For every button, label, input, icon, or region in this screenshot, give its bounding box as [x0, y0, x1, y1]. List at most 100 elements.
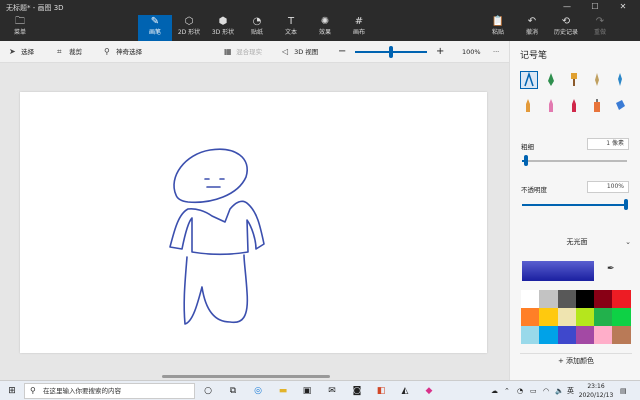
color-swatch[interactable]	[557, 290, 576, 308]
pencil-icon	[526, 99, 530, 112]
tab-canvas[interactable]: # 画布	[342, 15, 376, 41]
thickness-value[interactable]: 1 像素	[587, 138, 629, 150]
tab-stickers[interactable]: ◔ 贴纸	[240, 15, 274, 41]
taskbar-search-input[interactable]: ⚲ 在这里输入你要搜索的内容	[24, 383, 195, 399]
zoom-value: 100%	[462, 48, 481, 56]
color-swatch[interactable]	[594, 290, 613, 308]
color-swatch[interactable]	[521, 326, 540, 344]
minimize-button[interactable]: —	[552, 1, 582, 13]
body-stroke	[169, 200, 265, 256]
finish-dropdown[interactable]: 无光面 ⌄	[519, 234, 635, 250]
tab-text[interactable]: T 文本	[274, 15, 308, 41]
maximize-button[interactable]: ☐	[580, 1, 610, 13]
pencil-tool[interactable]	[520, 97, 538, 115]
redo-icon: ↷	[595, 16, 605, 27]
effects-icon: ✺	[320, 16, 330, 27]
selected-color-swatch[interactable]	[522, 261, 594, 281]
action-center-icon[interactable]: ▤	[620, 384, 627, 398]
select-button[interactable]: ➤ 选择	[9, 41, 34, 63]
color-swatch[interactable]	[612, 290, 631, 308]
watercolor-tool[interactable]	[589, 71, 607, 89]
tab-brushes[interactable]: ✎ 画笔	[138, 15, 172, 41]
cube-icon: ⬢	[218, 16, 228, 27]
crayon-tool[interactable]	[566, 97, 584, 115]
mixed-reality-button[interactable]: ▦ 混合现实	[224, 41, 262, 63]
opacity-value[interactable]: 100%	[587, 181, 629, 193]
plus-icon: +	[557, 357, 564, 365]
tab-effects[interactable]: ✺ 效果	[308, 15, 342, 41]
crop-button[interactable]: ⌗ 裁剪	[57, 41, 82, 63]
3d-view-button[interactable]: ◁ 3D 视图	[282, 41, 318, 63]
wifi-icon[interactable]: ◠	[543, 384, 549, 398]
menu-button[interactable]: 🗀 菜单	[3, 15, 37, 41]
eraser-tool[interactable]	[543, 97, 561, 115]
zoom-out-button[interactable]: −	[338, 41, 346, 63]
more-options-icon[interactable]: ···	[493, 41, 499, 63]
undo-button[interactable]: ↶ 撤消	[515, 15, 549, 41]
color-swatch[interactable]	[594, 326, 613, 344]
paint3d-icon[interactable]: ◆	[422, 384, 436, 398]
color-swatch[interactable]	[594, 308, 613, 326]
oil-brush-tool[interactable]	[566, 71, 584, 89]
opacity-thumb[interactable]	[624, 199, 628, 210]
zoom-in-button[interactable]: +	[436, 41, 444, 63]
camera-icon[interactable]: ◙	[350, 384, 364, 398]
battery-icon[interactable]: ▭	[530, 384, 537, 398]
history-button[interactable]: ⟲ 历史记录	[549, 15, 583, 41]
eyedropper-icon[interactable]: ✒	[607, 264, 621, 278]
color-swatch[interactable]	[557, 308, 576, 326]
color-swatch[interactable]	[557, 326, 576, 344]
drawing-canvas[interactable]	[20, 92, 487, 353]
windows-start-icon[interactable]: ⊞	[5, 384, 19, 398]
taskbar: ⊞ ⚲ 在这里输入你要搜索的内容 ○ ⧉ ◎ ▬ ▣ ✉ ◙ ◧ ◭ ◆ ☁ ⌃…	[0, 380, 640, 400]
color-swatch[interactable]	[539, 290, 558, 308]
tab-3d-shapes[interactable]: ⬢ 3D 形状	[206, 15, 240, 41]
magic-select-button[interactable]: ⚲ 神奇选择	[104, 41, 142, 63]
file-explorer-icon[interactable]: ▬	[276, 384, 290, 398]
taskbar-clock[interactable]: 23:16 2020/12/13	[578, 382, 614, 400]
calligraphy-pen-icon	[548, 73, 554, 86]
weather-icon[interactable]: ☁	[491, 384, 498, 398]
task-view-icon[interactable]: ⧉	[226, 384, 240, 398]
color-swatch[interactable]	[575, 290, 595, 308]
top-toolbar: 无标题* - 画图 3D — ☐ ✕ 🗀 菜单 ✎ 画笔 ⬡ 2D 形状 ⬢ 3…	[0, 0, 640, 41]
ime-indicator[interactable]: 英	[567, 384, 574, 398]
thickness-thumb[interactable]	[524, 155, 528, 166]
horizontal-scrollbar[interactable]	[162, 375, 330, 378]
thickness-track[interactable]	[522, 160, 627, 162]
fill-bucket-icon	[616, 100, 625, 110]
zoom-slider-thumb[interactable]	[389, 46, 393, 58]
spray-can-tool[interactable]	[589, 97, 607, 115]
tab-2d-shapes[interactable]: ⬡ 2D 形状	[172, 15, 206, 41]
color-swatch[interactable]	[521, 290, 540, 308]
volume-icon[interactable]: 🔈	[555, 384, 564, 398]
notification-area-icon[interactable]: ⌃	[504, 384, 510, 398]
color-swatch[interactable]	[521, 308, 540, 326]
color-swatch[interactable]	[612, 326, 631, 344]
pixel-pen-tool[interactable]	[612, 71, 630, 89]
office-icon[interactable]: ◧	[374, 384, 388, 398]
network-icon[interactable]: ◔	[517, 384, 523, 398]
color-swatch[interactable]	[575, 326, 595, 344]
secondary-toolbar: ➤ 选择 ⌗ 裁剪 ⚲ 神奇选择 ▦ 混合现实 ◁ 3D 视图 − + 100%…	[0, 41, 509, 63]
redo-button[interactable]: ↷ 重做	[583, 15, 617, 41]
close-button[interactable]: ✕	[608, 1, 638, 13]
text-icon: T	[287, 16, 295, 27]
color-swatch[interactable]	[539, 308, 558, 326]
marker-tool[interactable]	[520, 71, 538, 89]
brush-icon: ✎	[150, 16, 160, 27]
color-swatch[interactable]	[539, 326, 558, 344]
cortana-icon[interactable]: ○	[201, 384, 215, 398]
eraser-icon	[549, 99, 553, 112]
paste-button[interactable]: 📋 粘贴	[481, 15, 515, 41]
color-swatch[interactable]	[612, 308, 631, 326]
mail-icon[interactable]: ✉	[325, 384, 339, 398]
edge-icon[interactable]: ◎	[251, 384, 265, 398]
fill-tool[interactable]	[612, 97, 630, 115]
color-swatch[interactable]	[575, 308, 595, 326]
cleaner-icon[interactable]: ◭	[398, 384, 412, 398]
history-icon: ⟲	[561, 16, 571, 27]
add-color-button[interactable]: + 添加颜色	[520, 353, 632, 367]
calligraphy-pen-tool[interactable]	[543, 71, 561, 89]
store-icon[interactable]: ▣	[300, 384, 314, 398]
